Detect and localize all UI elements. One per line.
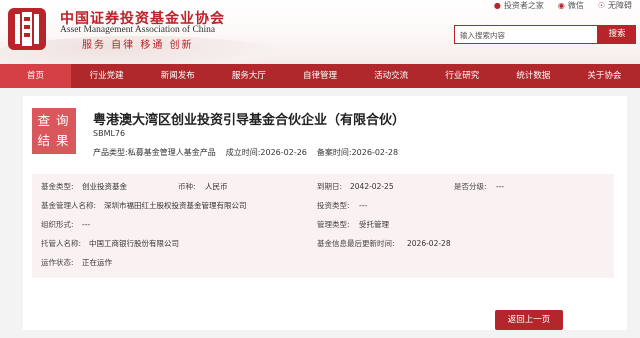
details-row: 托管人名称: 中国工商银行股份有限公司 基金信息最后更新时间: 2026-02-…: [32, 235, 614, 253]
custodian-value: 中国工商银行股份有限公司: [89, 239, 179, 248]
established-date: 成立时间:2026-02-26: [225, 148, 307, 157]
mgmt-type-label: 管理类型:: [317, 220, 350, 229]
fund-details: 基金类型: 创业投资基金 币种: 人民币 到期日: 2042-02-25 是否分…: [32, 174, 614, 278]
org-form-value: ---: [82, 220, 91, 229]
nav-item-self-regulation[interactable]: 自律管理: [284, 64, 355, 88]
brand-motto: 服务 自律 移通 创新: [82, 40, 194, 51]
person-icon: ●: [493, 1, 501, 10]
custodian-label: 托管人名称:: [41, 239, 82, 248]
back-button[interactable]: 返回上一页: [495, 310, 563, 330]
nav-item-service-hall[interactable]: 服务大厅: [213, 64, 284, 88]
graded-label: 是否分级:: [454, 182, 487, 191]
accessibility-label: 无障碍: [608, 1, 632, 10]
query-result-badge: 查询 结果: [32, 108, 76, 154]
filed-date: 备案时间:2026-02-28: [316, 148, 399, 157]
status-label: 运作状态:: [41, 258, 74, 267]
badge-line-1: 查询: [37, 113, 75, 128]
manager-value: 深圳市福田红土股权投资基金管理有限公司: [104, 201, 247, 210]
details-row: 运作状态: 正在运作: [32, 254, 614, 272]
wechat-label: 微信: [567, 1, 584, 10]
currency-value: 人民币: [205, 182, 228, 191]
due-date-value: 2042-02-25: [350, 182, 394, 191]
nav-item-research[interactable]: 行业研究: [427, 64, 498, 88]
accessibility-icon: ☉: [597, 1, 605, 10]
mgmt-type-value: 受托管理: [359, 220, 389, 229]
details-row: 基金类型: 创业投资基金 币种: 人民币 到期日: 2042-02-25 是否分…: [32, 178, 614, 196]
fund-type-label: 基金类型:: [41, 182, 74, 191]
badge-line-2: 结果: [37, 133, 75, 148]
fund-title: 粤港澳大湾区创业投资引导基金合伙企业（有限合伙）: [93, 113, 406, 128]
top-links: ● 投资者之家 ◉ 微信 ☉ 无障碍: [494, 0, 632, 11]
graded-value: ---: [496, 182, 505, 191]
result-card: 查询 结果 粤港澳大湾区创业投资引导基金合伙企业（有限合伙） SBML76 产品…: [23, 96, 627, 330]
search-button[interactable]: 搜索: [598, 25, 636, 44]
fund-code: SBML76: [93, 129, 126, 138]
accessibility-link[interactable]: ☉ 无障碍: [598, 0, 632, 11]
fund-type-value: 创业投资基金: [82, 182, 127, 191]
investor-home-link[interactable]: ● 投资者之家: [494, 0, 544, 11]
site-header: 中国证券投资基金业协会 Asset Management Association…: [0, 0, 640, 76]
nav-item-about[interactable]: 关于协会: [569, 64, 640, 88]
wechat-link[interactable]: ◉ 微信: [558, 0, 584, 11]
nav-item-events[interactable]: 活动交流: [356, 64, 427, 88]
search-input[interactable]: 输入搜索内容: [454, 25, 598, 44]
currency-label: 币种:: [178, 182, 196, 191]
invest-type-value: ---: [359, 201, 368, 210]
fund-meta: 产品类型:私募基金管理人基金产品 成立时间:2026-02-26 备案时间:20…: [93, 147, 398, 158]
org-form-label: 组织形式:: [41, 220, 74, 229]
details-row: 基金管理人名称: 深圳市福田红土股权投资基金管理有限公司 投资类型: ---: [32, 197, 614, 215]
status-value: 正在运作: [82, 258, 112, 267]
investor-home-label: 投资者之家: [503, 1, 544, 10]
nav-item-news[interactable]: 新闻发布: [142, 64, 213, 88]
amac-logo-icon[interactable]: [6, 6, 48, 52]
brand-name-en: Asset Management Association of China: [60, 25, 216, 35]
invest-type-label: 投资类型:: [317, 201, 350, 210]
product-type: 产品类型:私募基金管理人基金产品: [93, 148, 216, 157]
nav-item-party-building[interactable]: 行业党建: [71, 64, 142, 88]
nav-item-statistics[interactable]: 统计数据: [498, 64, 569, 88]
nav-item-home[interactable]: 首页: [0, 64, 72, 88]
main-nav: 首页 行业党建 新闻发布 服务大厅 自律管理 活动交流 行业研究 统计数据 关于…: [0, 64, 640, 88]
wechat-icon: ◉: [557, 1, 565, 10]
details-row: 组织形式: --- 管理类型: 受托管理: [32, 216, 614, 234]
updated-label: 基金信息最后更新时间:: [317, 239, 395, 248]
due-date-label: 到期日:: [317, 182, 343, 191]
updated-value: 2026-02-28: [407, 239, 451, 248]
manager-label: 基金管理人名称:: [41, 201, 97, 210]
